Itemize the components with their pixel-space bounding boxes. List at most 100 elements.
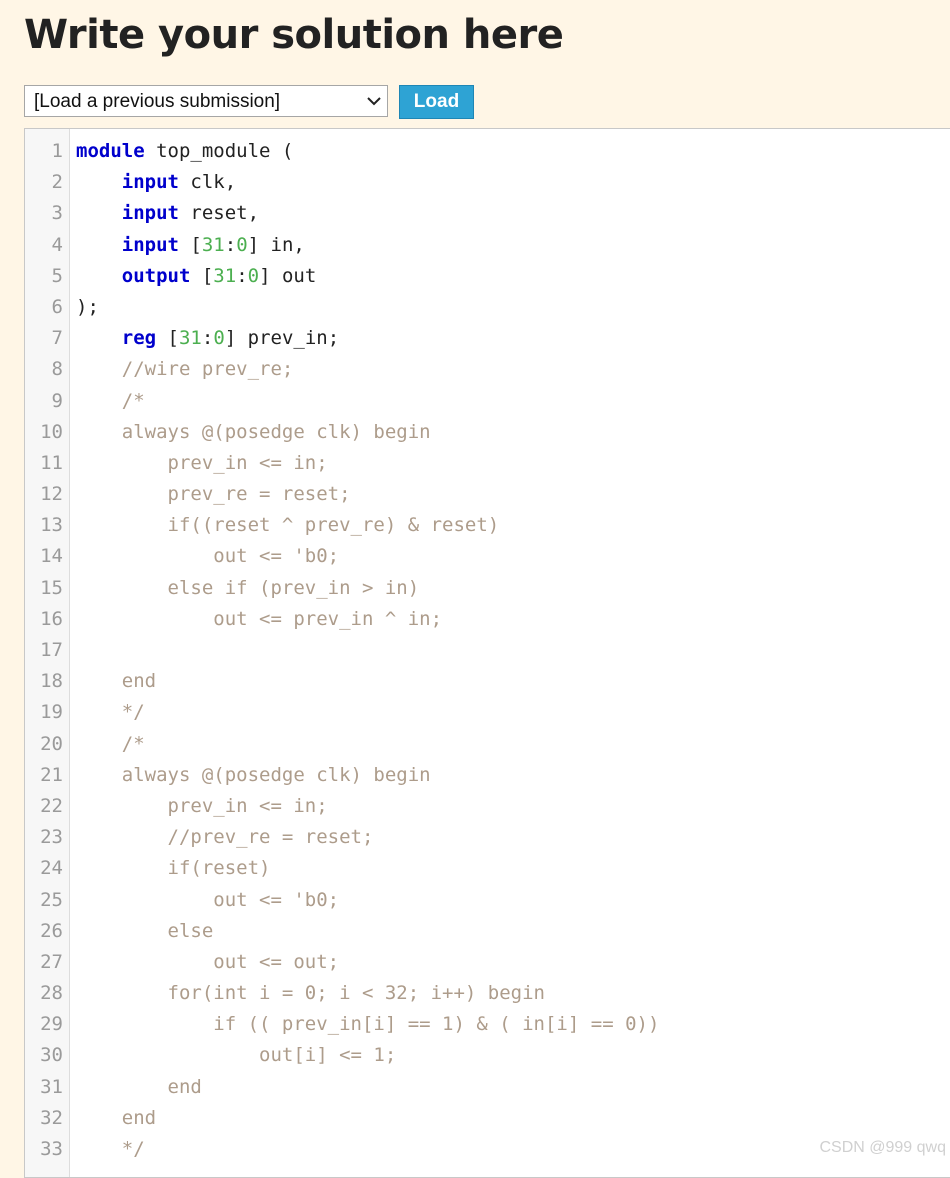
code-line: 28 for(int i = 0; i < 32; i++) begin: [25, 978, 950, 1009]
code-text: input [31:0] in,: [76, 230, 305, 261]
code-token: 0: [236, 233, 248, 256]
code-text: input reset,: [76, 198, 259, 229]
code-token: 31: [178, 327, 202, 350]
line-number: 32: [40, 1106, 63, 1129]
code-token: end: [76, 1075, 202, 1098]
code-line: 4 input [31:0] in,: [25, 230, 950, 261]
code-token: [: [190, 264, 214, 287]
code-text: module top_module (: [76, 136, 293, 167]
code-text: always @(posedge clk) begin: [76, 760, 431, 791]
line-number: 23: [40, 826, 63, 849]
line-number: 6: [51, 295, 63, 318]
code-line: 27 out <= out;: [25, 947, 950, 978]
code-token: output: [121, 264, 191, 287]
line-number: 14: [40, 545, 63, 568]
load-button[interactable]: Load: [399, 85, 474, 119]
code-text: out <= 'b0;: [76, 541, 339, 572]
line-number: 3: [51, 202, 63, 225]
code-line: 5 output [31:0] out: [25, 261, 950, 292]
code-token: else if (prev_in > in): [76, 576, 420, 599]
code-text: end: [76, 1072, 202, 1103]
code-token: prev_in <= in;: [76, 794, 328, 817]
code-line: 32 end: [25, 1103, 950, 1134]
code-token: always @(posedge clk) begin: [76, 763, 431, 786]
code-line: 21 always @(posedge clk) begin: [25, 760, 950, 791]
code-line: 1 module top_module (: [25, 136, 950, 167]
code-text: if (( prev_in[i] == 1) & ( in[i] == 0)): [76, 1009, 659, 1040]
code-token: 31: [213, 264, 237, 287]
code-token: end: [76, 1106, 157, 1129]
code-token: //wire prev_re;: [76, 358, 294, 381]
code-line: 22 prev_in <= in;: [25, 791, 950, 822]
code-line: 23 //prev_re = reset;: [25, 822, 950, 853]
page-title: Write your solution here: [24, 12, 564, 58]
code-line: 16 out <= prev_in ^ in;: [25, 604, 950, 635]
code-text: output [31:0] out: [76, 261, 317, 292]
code-token: if (( prev_in[i] == 1) & ( in[i] == 0)): [76, 1013, 660, 1036]
code-token: :: [236, 264, 248, 287]
code-token: reset,: [178, 202, 260, 225]
code-token: if(reset): [76, 857, 271, 880]
code-token: end: [76, 670, 157, 693]
code-text: );: [76, 292, 99, 323]
code-token: :: [201, 327, 214, 350]
code-text: for(int i = 0; i < 32; i++) begin: [76, 978, 546, 1009]
code-token: top_module (: [144, 140, 294, 162]
code-line: 13 if((reset ^ prev_re) & reset): [25, 510, 950, 541]
line-number: 31: [40, 1075, 63, 1098]
line-number: 18: [40, 670, 63, 693]
code-token: ] out: [259, 264, 317, 287]
code-token: input: [121, 233, 179, 256]
code-token: //prev_re = reset;: [76, 826, 374, 849]
code-line: 20 /*: [25, 729, 950, 760]
code-token: 0: [213, 327, 225, 350]
code-token: out <= 'b0;: [76, 888, 340, 911]
line-number: 13: [40, 514, 63, 537]
code-text: input clk,: [76, 167, 236, 198]
code-token: reg: [121, 327, 157, 350]
code-token: module: [76, 140, 145, 162]
code-token: ] in,: [247, 233, 305, 256]
line-number: 29: [40, 1013, 63, 1036]
line-number: 8: [51, 358, 63, 381]
code-text: /*: [76, 729, 145, 760]
line-number: 11: [40, 451, 63, 474]
code-text: out <= prev_in ^ in;: [76, 604, 442, 635]
code-line: 8 //wire prev_re;: [25, 354, 950, 385]
previous-submission-select[interactable]: [Load a previous submission]: [24, 85, 388, 117]
code-token: );: [76, 295, 99, 318]
code-token: [: [156, 327, 179, 350]
code-area[interactable]: 1 module top_module (2 input clk, 3 input …: [25, 136, 950, 1165]
code-line: 12 prev_re = reset;: [25, 479, 950, 510]
line-number: 5: [51, 264, 63, 287]
line-number: 19: [40, 701, 63, 724]
code-text: out <= 'b0;: [76, 885, 339, 916]
line-number: 9: [51, 389, 63, 412]
code-token: out <= prev_in ^ in;: [76, 607, 443, 630]
code-line: 9 /*: [25, 386, 950, 417]
line-number: 22: [40, 794, 63, 817]
code-token: if((reset ^ prev_re) & reset): [76, 514, 500, 537]
code-line: 2 input clk,: [25, 167, 950, 198]
code-line: 31 end: [25, 1072, 950, 1103]
code-line: 30 out[i] <= 1;: [25, 1040, 950, 1071]
code-token: prev_re = reset;: [76, 483, 351, 506]
code-token: prev_in <= in;: [76, 451, 328, 474]
code-token: */: [76, 1138, 145, 1160]
code-line: 3 input reset,: [25, 198, 950, 229]
code-text: //wire prev_re;: [76, 354, 294, 385]
line-number: 17: [40, 639, 63, 661]
code-text: //prev_re = reset;: [76, 822, 374, 853]
line-number: 21: [40, 763, 63, 786]
line-number: 10: [40, 420, 63, 443]
code-line: 7 reg [31:0] prev_in;: [25, 323, 950, 354]
watermark: CSDN @999 qwq: [819, 1139, 946, 1156]
code-text: end: [76, 1103, 156, 1134]
code-text: /*: [76, 386, 145, 417]
line-number: 26: [40, 919, 63, 942]
code-line: 24 if(reset): [25, 853, 950, 884]
code-editor[interactable]: 1 module top_module (2 input clk, 3 input …: [24, 128, 950, 1178]
code-token: input: [121, 171, 179, 194]
line-number: 12: [40, 483, 63, 506]
